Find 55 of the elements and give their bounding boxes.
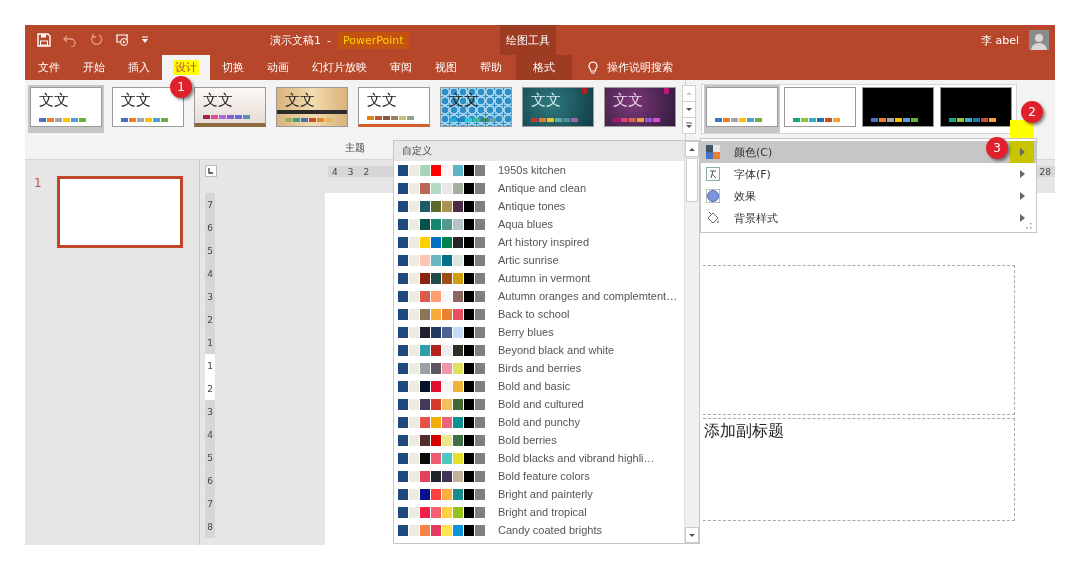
scheme-name: Artic sunrise <box>498 254 559 266</box>
ruler-number: 3 <box>206 290 214 304</box>
ruler-number: 4 <box>206 428 214 442</box>
theme-sample-text: 文文 <box>531 91 562 109</box>
ruler-number: 4 <box>332 166 338 177</box>
ruler-number: 6 <box>206 221 214 235</box>
document-title: 演示文稿1 <box>270 32 321 48</box>
ruler-number: 2 <box>363 166 370 177</box>
scheme-name: Bold and punchy <box>498 416 580 428</box>
theme-sample-text: 文文 <box>367 91 398 109</box>
scheme-name: 1950s kitchen <box>498 164 566 176</box>
scheme-name: Birds and berries <box>498 362 582 374</box>
ruler-number: 2 <box>205 377 215 400</box>
scheme-name: Bright and painterly <box>498 488 593 500</box>
ruler-number: 8 <box>206 520 214 534</box>
section-header: 自定义 <box>394 141 684 161</box>
theme-sample-text: 文文 <box>285 91 316 109</box>
ruler-number: 1 <box>206 336 214 350</box>
scheme-name: Aqua blues <box>498 218 554 230</box>
ruler-number: 7 <box>206 198 214 212</box>
context-group-label: 绘图工具 <box>500 25 556 55</box>
ruler-number: 7 <box>206 497 214 511</box>
scheme-name: Back to school <box>498 308 570 320</box>
ruler-number: 4 <box>206 267 214 281</box>
theme-sample-text: 文文 <box>613 91 644 109</box>
ruler-number: 3 <box>347 166 354 177</box>
scheme-name: Art history inspired <box>498 236 590 248</box>
scheme-name: Berry blues <box>498 326 554 338</box>
ruler-number: 2 <box>206 313 214 327</box>
ruler-number: 6 <box>206 474 214 488</box>
theme-sample-text: 文文 <box>121 91 152 109</box>
ruler-number: 1 <box>205 354 215 377</box>
ruler-number: 5 <box>206 244 214 258</box>
scheme-name: Autumn oranges and complemtent… <box>498 290 678 302</box>
scheme-name: Bold and cultured <box>498 398 584 410</box>
placeholder-text: 添加副标题 <box>704 421 784 440</box>
scheme-name: Antique tones <box>498 200 566 212</box>
theme-sample-text: 文文 <box>203 91 234 109</box>
scheme-name: Bold blacks and vibrand highli… <box>498 452 655 464</box>
title-separator: - <box>327 33 331 47</box>
ruler-number: 3 <box>206 405 214 419</box>
ruler-number: 28 <box>1039 166 1051 177</box>
group-label: 主题 <box>345 141 365 155</box>
ruler-number: 5 <box>206 451 214 465</box>
scheme-name: Autumn in vermont <box>498 272 591 284</box>
scheme-name: Candy coated brights <box>498 524 602 536</box>
scheme-name: Bold berries <box>498 434 557 446</box>
app-name: PowerPoint <box>337 31 410 49</box>
scheme-name: Bright and tropical <box>498 506 587 518</box>
scheme-name: Beyond black and white <box>498 344 615 356</box>
theme-sample-text: 文文 <box>39 91 70 109</box>
scheme-name: Bold feature colors <box>498 470 590 482</box>
scheme-name: Antique and clean <box>498 182 587 194</box>
scheme-name: Bold and basic <box>498 380 571 392</box>
slide-number: 1 <box>34 176 42 192</box>
